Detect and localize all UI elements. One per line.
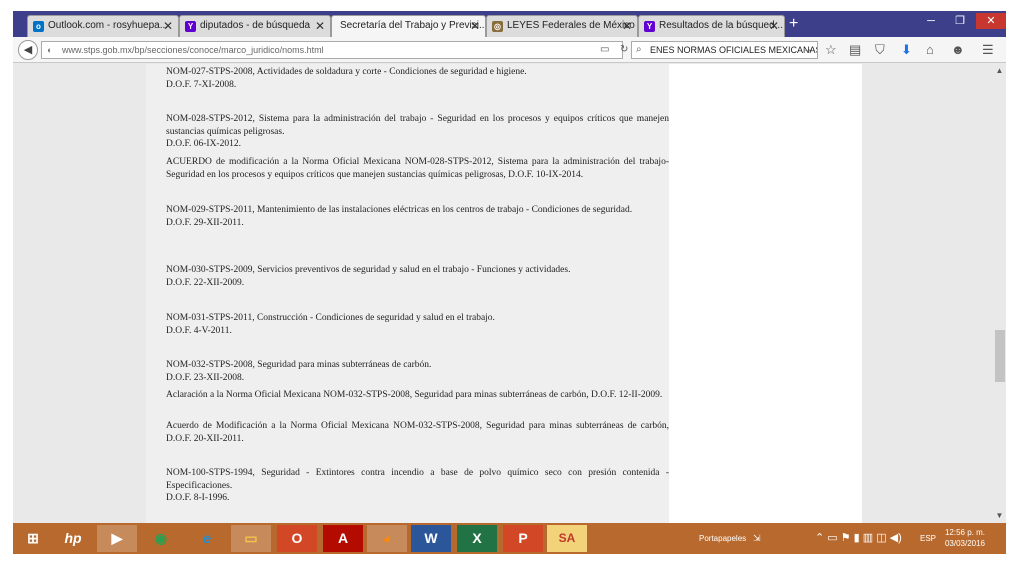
tab-resultados[interactable]: Y Resultados de la búsqued... ✕ [638, 15, 785, 37]
entry-dof: D.O.F. 29-XII-2011. [166, 217, 244, 228]
entry-dof: D.O.F. 7-XI-2008. [166, 79, 237, 90]
scroll-up-icon[interactable]: ▲ [993, 66, 1006, 75]
entry-text: Aclaración a la Norma Oficial Mexicana N… [166, 390, 663, 400]
word-icon[interactable]: W [411, 525, 451, 552]
start-button[interactable]: ⊞ [13, 525, 53, 552]
acrobat-icon[interactable]: A [323, 525, 363, 552]
powerpoint-icon[interactable]: P [503, 525, 543, 552]
seal-icon: ◎ [492, 21, 503, 32]
minimize-button[interactable]: ─ [919, 13, 943, 29]
page-body: NOM-027-STPS-2008, Actividades de soldad… [146, 64, 862, 523]
close-tab-icon[interactable]: ✕ [769, 19, 779, 33]
entry-text: ACUERDO de modificación a la Norma Ofici… [166, 157, 669, 180]
entry-acuerdo-028: ACUERDO de modificación a la Norma Ofici… [166, 156, 669, 181]
browser-window: o Outlook.com - rosyhuepa... ✕ Y diputad… [13, 11, 1006, 554]
yahoo-icon: Y [185, 21, 196, 32]
reload-icon[interactable]: ↻ [620, 44, 628, 55]
entry-aclaracion-032: Aclaración a la Norma Oficial Mexicana N… [166, 389, 669, 402]
url-text: www.stps.gob.mx/bp/secciones/conoce/marc… [62, 45, 324, 55]
entry-dof: D.O.F. 22-XII-2009. [166, 277, 245, 288]
search-text: ENES NORMAS OFICIALES MEXICANAS [650, 45, 818, 55]
entry-nom-030: NOM-030-STPS-2009, Servicios preventivos… [166, 264, 669, 289]
tab-strip: o Outlook.com - rosyhuepa... ✕ Y diputad… [13, 11, 1006, 38]
new-tab-button[interactable]: + [789, 16, 798, 32]
media-player-icon[interactable]: ▶ [97, 525, 137, 552]
entry-nom-032: NOM-032-STPS-2008, Seguridad para minas … [166, 359, 669, 384]
office-icon[interactable]: O [277, 525, 317, 552]
entry-text: NOM-031-STPS-2011, Construcción - Condic… [166, 313, 495, 323]
taskbar-clock[interactable]: 12:56 p. m. 03/03/2016 [943, 527, 987, 549]
entry-dof: D.O.F. 23-XII-2008. [166, 372, 245, 383]
search-icon: ⌕ [636, 44, 642, 55]
home-icon[interactable]: ⌂ [926, 42, 934, 58]
yahoo-icon: Y [644, 21, 655, 32]
entry-dof: D.O.F. 06-IX-2012. [166, 139, 241, 149]
close-tab-icon[interactable]: ✕ [470, 19, 480, 33]
entry-nom-029: NOM-029-STPS-2011, Mantenimiento de las … [166, 204, 669, 229]
bookmarks-list-icon[interactable]: ▤ [849, 42, 861, 58]
tab-label: Outlook.com - rosyhuepa... [48, 20, 169, 31]
tab-label: Secretaría del Trabajo y Previsi... [340, 20, 486, 31]
hp-icon[interactable]: hp [53, 525, 93, 552]
entry-nom-100: NOM-100-STPS-1994, Seguridad - Extintore… [166, 467, 669, 505]
clock-date: 03/03/2016 [944, 539, 986, 548]
page-viewport: NOM-027-STPS-2008, Actividades de soldad… [13, 64, 993, 523]
entry-nom-031: NOM-031-STPS-2011, Construcción - Condic… [166, 312, 669, 337]
vertical-scrollbar[interactable]: ▲ ▼ [993, 64, 1006, 523]
tab-label: diputados - de búsqueda [200, 20, 311, 31]
scroll-down-icon[interactable]: ▼ [993, 511, 1006, 520]
back-button[interactable]: ◀ [18, 40, 38, 60]
tab-outlook[interactable]: o Outlook.com - rosyhuepa... ✕ [27, 15, 179, 37]
hello-chat-icon[interactable]: ☻ [951, 42, 965, 58]
file-explorer-icon[interactable]: ▭ [231, 525, 271, 552]
pocket-icon[interactable]: ⛉ [875, 42, 885, 58]
entry-text: NOM-028-STPS-2012, Sistema para la admin… [166, 114, 669, 137]
close-tab-icon[interactable]: ✕ [622, 19, 632, 33]
language-indicator[interactable]: ESP [920, 523, 936, 554]
address-bar[interactable]: ◐ www.stps.gob.mx/bp/secciones/conoce/ma… [41, 41, 628, 59]
tab-label: LEYES Federales de México [507, 20, 635, 31]
clock-time: 12:56 p. m. [944, 528, 986, 537]
entry-text: NOM-030-STPS-2009, Servicios preventivos… [166, 265, 571, 275]
tab-leyes[interactable]: ◎ LEYES Federales de México ✕ [486, 15, 638, 37]
tab-label: Resultados de la búsqued... [659, 20, 783, 31]
noms-content: NOM-027-STPS-2008, Actividades de soldad… [146, 64, 669, 523]
menu-icon[interactable]: ☰ [982, 42, 994, 58]
entry-text: NOM-032-STPS-2008, Seguridad para minas … [166, 360, 432, 370]
entry-text: NOM-029-STPS-2011, Mantenimiento de las … [166, 205, 633, 215]
scrollbar-thumb[interactable] [995, 330, 1005, 382]
search-go-icon[interactable]: → [803, 44, 813, 55]
search-input[interactable]: ⌕ ENES NORMAS OFICIALES MEXICANAS → [631, 41, 818, 59]
tray-icons[interactable]: ⌃ ▭ ⚑ ▮ ▥ ◫ ◀) [815, 523, 902, 554]
sa-app-icon[interactable]: SA [547, 525, 587, 552]
tab-secretaria[interactable]: Secretaría del Trabajo y Previsi... ✕ [331, 15, 486, 38]
entry-text: Acuerdo de Modificación a la Norma Ofici… [166, 421, 669, 444]
clipboard-label[interactable]: Portapapeles [699, 523, 746, 554]
close-tab-icon[interactable]: ✕ [315, 19, 325, 33]
entry-acuerdo-032: Acuerdo de Modificación a la Norma Ofici… [166, 420, 669, 445]
outlook-icon: o [33, 21, 44, 32]
entry-nom-027: NOM-027-STPS-2008, Actividades de soldad… [166, 66, 669, 91]
windows-taskbar: ⊞ hp ▶ ◉ e ▭ O A ◕ W X P SA Portapapeles… [13, 523, 1006, 554]
entry-dof: D.O.F. 4-V-2011. [166, 325, 232, 336]
clipboard-expand-icon[interactable]: ⇲ [753, 523, 761, 554]
site-info-icon[interactable]: ◐ [47, 45, 52, 55]
screen-margin [1006, 0, 1024, 576]
maximize-button[interactable]: ❐ [948, 13, 972, 29]
download-icon[interactable]: ⬇ [901, 42, 912, 58]
navigation-toolbar: ◀ ◐ www.stps.gob.mx/bp/secciones/conoce/… [13, 37, 1006, 63]
close-tab-icon[interactable]: ✕ [163, 19, 173, 33]
reader-view-icon[interactable]: ▭ [600, 44, 609, 55]
chrome-icon[interactable]: ◉ [141, 525, 181, 552]
entry-text: NOM-027-STPS-2008, Actividades de soldad… [166, 67, 527, 77]
entry-nom-028: NOM-028-STPS-2012, Sistema para la admin… [166, 113, 669, 151]
bookmark-star-icon[interactable]: ☆ [825, 42, 837, 58]
excel-icon[interactable]: X [457, 525, 497, 552]
ie-icon[interactable]: e [187, 525, 227, 552]
entry-text: NOM-100-STPS-1994, Seguridad - Extintore… [166, 468, 669, 491]
firefox-icon[interactable]: ◕ [367, 525, 407, 552]
close-window-button[interactable]: ✕ [976, 13, 1006, 29]
tab-diputados[interactable]: Y diputados - de búsqueda ✕ [179, 15, 331, 37]
entry-dof: D.O.F. 8-I-1996. [166, 493, 230, 503]
